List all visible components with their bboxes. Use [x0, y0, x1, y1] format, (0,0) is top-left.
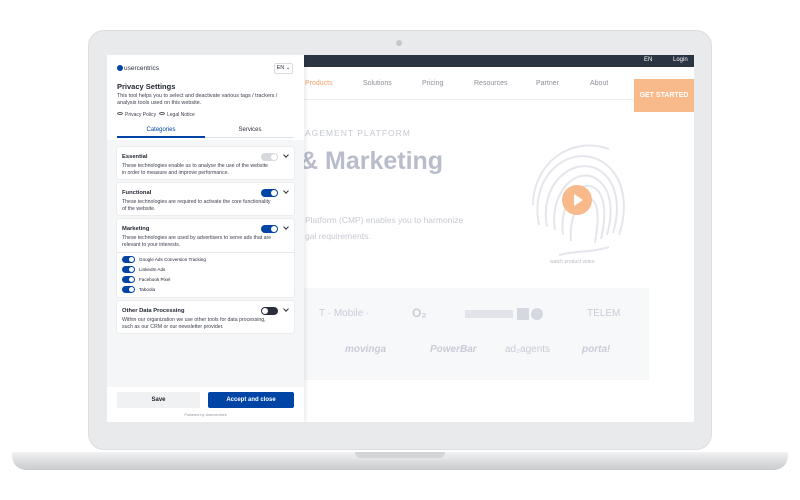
logo-movinga: movinga [345, 344, 387, 355]
panel-title: Privacy Settings [117, 82, 176, 91]
toggle-knob [262, 308, 268, 314]
nav-about[interactable]: About [590, 80, 608, 87]
brand-label: usercentrics [124, 65, 160, 72]
taboola-toggle[interactable] [122, 286, 135, 293]
get-started-button[interactable]: GET STARTED [634, 79, 694, 112]
panel-description: This tool helps you to select and deacti… [117, 93, 278, 106]
toggle-knob [271, 190, 277, 196]
accept-and-close-button[interactable]: Accept and close [208, 392, 294, 408]
save-button[interactable]: Save [117, 392, 200, 408]
service-label: Google Ads Conversion Tracking [139, 257, 206, 262]
legal-notice-link[interactable]: Legal Notice [159, 112, 195, 118]
chevron-down-icon[interactable] [283, 152, 289, 158]
usercentrics-mark-icon [117, 65, 123, 71]
divider [117, 252, 294, 253]
category-card-marketing: Marketing These technologies are used by… [117, 219, 294, 297]
customer-logos: T · Mobile · O₂ TELEM movinga PowerBar a… [287, 288, 649, 380]
nav-pricing[interactable]: Pricing [422, 80, 443, 87]
toggle-knob [129, 257, 134, 262]
legal-notice-label: Legal Notice [167, 112, 195, 118]
logo-powerbar: PowerBar [430, 344, 477, 355]
powered-by-label: Powered by Usercentrics [184, 413, 227, 417]
panel-language-selector[interactable]: EN ⌄ [274, 63, 293, 74]
chevron-down-icon[interactable] [283, 306, 289, 312]
privacy-settings-panel: usercentrics EN ⌄ Privacy Settings This … [107, 55, 304, 422]
logo-tmobile: T · Mobile · [319, 308, 370, 319]
logo-placeholder [465, 308, 545, 320]
service-label: LinkedIn Ads [139, 267, 166, 272]
logo-porta: porta! [582, 344, 611, 355]
panel-tabs: Categories Services [117, 124, 294, 138]
nav-resources[interactable]: Resources [474, 80, 507, 87]
hero-title: & Marketing [300, 147, 444, 175]
logo-blocks-icon [465, 308, 543, 320]
google-ads-toggle[interactable] [122, 256, 135, 263]
category-card-functional: Functional These technologies are requir… [117, 183, 294, 215]
tab-categories[interactable]: Categories [117, 127, 205, 133]
linkedin-ads-toggle[interactable] [122, 266, 135, 273]
hero-text-line: gal requirements. [305, 231, 371, 241]
service-label: Taboola [139, 287, 156, 292]
privacy-policy-link[interactable]: Privacy Policy [117, 112, 156, 118]
logo-adagents: ad₂agents [505, 344, 551, 355]
nav-partner[interactable]: Partner [536, 80, 559, 87]
screen: EN Login Products Solutions Pricing Reso… [107, 55, 694, 422]
category-title: Other Data Processing [122, 308, 185, 314]
toggle-knob [129, 267, 134, 272]
facebook-pixel-toggle[interactable] [122, 276, 135, 283]
usercentrics-logo: usercentrics [117, 65, 159, 72]
service-label: Facebook Pixel [139, 277, 171, 282]
category-description: These technologies enable us to analyse … [122, 163, 268, 176]
panel-footer: Save Accept and close Powered by Usercen… [107, 387, 304, 422]
hero-text: Platform (CMP) enables you to harmonize … [305, 212, 463, 244]
category-card-other: Other Data Processing Within our organiz… [117, 301, 294, 333]
category-description: These technologies are required to activ… [122, 199, 271, 212]
functional-toggle[interactable] [261, 189, 278, 197]
toggle-knob [271, 226, 277, 232]
hero-kicker: AGEMENT PLATFORM [305, 128, 411, 138]
privacy-policy-label: Privacy Policy [125, 112, 157, 118]
chevron-down-icon[interactable] [283, 188, 289, 194]
category-title: Functional [122, 190, 152, 196]
toggle-knob [129, 287, 134, 292]
play-video-button[interactable] [562, 185, 592, 215]
watch-video-label: watch product video [550, 259, 595, 265]
nav-solutions[interactable]: Solutions [363, 80, 392, 87]
active-tab-indicator [117, 136, 205, 138]
category-description: Within our organization we use other too… [122, 317, 266, 330]
chevron-down-icon: ⌄ [285, 65, 291, 71]
webcam [396, 40, 402, 46]
hero-text-line: Platform (CMP) enables you to harmonize [305, 215, 464, 225]
language-label: EN [276, 65, 285, 71]
category-list: Essential These technologies enable us t… [107, 140, 304, 387]
chevron-up-icon[interactable] [283, 224, 289, 230]
category-title: Marketing [122, 226, 150, 232]
other-processing-toggle[interactable] [261, 307, 278, 315]
logo-o2: O₂ [412, 306, 427, 320]
category-description: These technologies are used by advertise… [122, 235, 272, 248]
category-title: Essential [122, 154, 148, 160]
site-lang-selector[interactable]: EN [644, 57, 652, 63]
category-card-essential: Essential These technologies enable us t… [117, 147, 294, 179]
nav-products[interactable]: Products [305, 80, 333, 87]
eye-icon [159, 112, 165, 115]
site-login-link[interactable]: Login [673, 57, 688, 63]
essential-toggle [261, 153, 278, 161]
laptop-notch [355, 452, 445, 458]
toggle-knob [271, 154, 277, 160]
marketing-toggle[interactable] [261, 225, 278, 233]
toggle-knob [129, 277, 134, 282]
logo-telem: TELEM [587, 308, 621, 319]
tab-services[interactable]: Services [206, 127, 294, 133]
eye-icon [117, 112, 123, 115]
